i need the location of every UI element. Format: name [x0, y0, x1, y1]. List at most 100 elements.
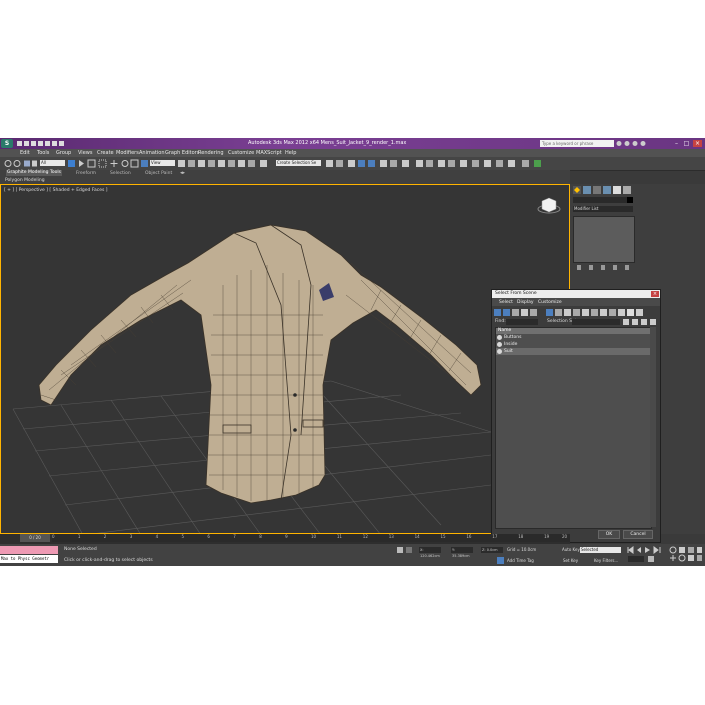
tab-selection[interactable]: Selection [110, 171, 131, 176]
graphite-ribbon: Graphite Modeling Tools Freeform Selecti… [0, 170, 570, 184]
tab-object-paint[interactable]: Object Paint [145, 171, 172, 176]
frame-tick: 8 [259, 534, 262, 539]
search-input[interactable]: Type a keyword or phrase [540, 140, 614, 147]
selection-set-dropdown[interactable] [572, 319, 620, 325]
frame-tick: 15 [440, 534, 446, 539]
object-icon [497, 342, 502, 347]
frame-tick: 7 [233, 534, 236, 539]
scene-object-list[interactable]: Name Buttons Inside Suit [495, 327, 652, 529]
infocenter-icons[interactable] [616, 140, 650, 147]
find-label: Find: [495, 319, 506, 324]
frame-tick: 3 [129, 534, 133, 539]
object-icon [497, 349, 502, 354]
dialog-close-button[interactable]: × [651, 291, 659, 297]
dialog-title-bar[interactable]: Select From Scene [492, 290, 660, 298]
app-logo-icon[interactable]: S [1, 139, 13, 148]
grid-size: Grid = 10.0cm [507, 547, 537, 552]
maxscript-mini-listener[interactable]: Max to Physc Geometr [0, 555, 58, 563]
key-filters-button[interactable]: Key Filters... [594, 558, 618, 563]
viewport-navigation-icons[interactable] [669, 546, 703, 564]
main-toolbar: All View Create Selection Se [0, 157, 705, 171]
perspective-viewport[interactable]: [ + ] [ Perspective ] [ Shaded + Edged F… [0, 184, 570, 534]
viewport-label[interactable]: [ + ] [ Perspective ] [ Shaded + Edged F… [4, 188, 108, 193]
maxscript-listener[interactable] [0, 546, 58, 554]
time-tag-icon[interactable] [497, 557, 505, 564]
maximize-button[interactable]: □ [682, 140, 691, 147]
frame-tick: 6 [207, 534, 210, 539]
frame-tick: 2 [103, 534, 107, 539]
modifier-stack[interactable] [573, 216, 635, 263]
auto-key-button[interactable]: Auto Key [562, 547, 580, 552]
x-coordinate-field[interactable]: X: 120.462cm [419, 547, 441, 558]
status-bar: Max to Physc Geometr None Selected Click… [0, 544, 705, 566]
menu-rendering[interactable]: Rendering [198, 150, 224, 156]
menu-animation[interactable]: Animation [139, 150, 165, 156]
link-unlink-bind-icons[interactable] [4, 159, 38, 168]
cancel-button[interactable]: Cancel [623, 530, 653, 539]
modifier-list-dropdown[interactable]: Modifier List [573, 206, 633, 212]
viewport-scene[interactable] [1, 185, 570, 534]
menu-create[interactable]: Create [97, 150, 114, 156]
menu-help[interactable]: Help [285, 150, 296, 156]
snap-mirror-align-icons[interactable] [178, 159, 274, 168]
object-name-field[interactable] [573, 197, 633, 203]
list-item[interactable]: Inside [496, 341, 651, 348]
render-tools-icons[interactable] [326, 159, 546, 168]
z-coordinate-field[interactable]: Z: 0.0cm [481, 547, 503, 553]
dialog-menu-customize[interactable]: Customize [538, 300, 562, 305]
set-key-button[interactable]: Set Key [563, 558, 578, 563]
menu-group[interactable]: Group [56, 150, 71, 156]
add-time-tag[interactable]: Add Time Tag [507, 558, 534, 563]
frame-tick: 10 [311, 534, 317, 539]
list-scrollbar[interactable] [650, 327, 656, 527]
menu-modifiers[interactable]: Modifiers [116, 150, 139, 156]
lock-selection-icon[interactable] [395, 547, 415, 554]
list-item-selected[interactable]: Suit [496, 348, 651, 355]
find-input[interactable] [506, 319, 538, 325]
viewcube-icon [537, 197, 561, 214]
ribbon-options-icon[interactable]: ◂▸ [180, 170, 185, 176]
key-mode-dropdown[interactable]: Selected [580, 547, 621, 553]
y-coordinate-field[interactable]: Y: 35.389cm [451, 547, 473, 558]
object-icon [497, 335, 502, 340]
stack-tool-icons[interactable] [575, 264, 633, 271]
ok-button[interactable]: OK [598, 530, 620, 539]
quick-access-icons[interactable] [16, 140, 76, 147]
tab-freeform[interactable]: Freeform [76, 171, 96, 176]
object-color-swatch[interactable] [627, 197, 633, 203]
frame-tick: 18 [518, 534, 524, 539]
frame-tick: 16 [466, 534, 472, 539]
frame-tick: 1 [77, 534, 81, 539]
selection-set-tool-icons[interactable] [623, 318, 657, 326]
list-item[interactable]: Buttons [496, 334, 651, 341]
jacket-button [293, 393, 297, 397]
menu-edit[interactable]: Edit [20, 150, 30, 156]
polygon-modeling-panel[interactable]: Polygon Modeling [5, 178, 45, 183]
time-slider[interactable]: 0 / 20 [20, 534, 50, 542]
dialog-filter-toolbar[interactable] [494, 308, 658, 317]
close-button[interactable]: × [693, 140, 702, 147]
window-title: Autodesk 3ds Max 2012 x64 Mens_Suit_Jack… [248, 140, 407, 146]
minimize-button[interactable]: – [672, 140, 681, 147]
dialog-menu-select[interactable]: Select [499, 300, 513, 305]
menu-maxscript[interactable]: MAXScript [256, 150, 282, 156]
frame-tick: 0 [52, 534, 55, 539]
frame-tick: 4 [155, 534, 159, 539]
playback-controls[interactable] [626, 546, 666, 564]
reference-coordinate-dropdown[interactable]: View [150, 160, 175, 166]
named-selection-set-dropdown[interactable]: Create Selection Se [276, 160, 321, 166]
menu-views[interactable]: Views [78, 150, 92, 156]
menu-customize[interactable]: Customize [228, 150, 254, 156]
menu-graph-editors[interactable]: Graph Editors [165, 150, 199, 156]
app-window: S Autodesk 3ds Max 2012 x64 Mens_Suit_Ja… [0, 138, 705, 566]
quick-access-toolbar[interactable] [16, 140, 76, 147]
selection-filter-dropdown[interactable]: All [40, 160, 65, 166]
command-panel-tabs[interactable] [573, 186, 635, 195]
dialog-menu-display[interactable]: Display [517, 300, 534, 305]
menu-tools[interactable]: Tools [37, 150, 49, 156]
select-transform-icons[interactable] [68, 159, 148, 168]
dialog-menu-bar: Select Display Customize [492, 298, 660, 306]
tab-graphite-modeling-tools[interactable]: Graphite Modeling Tools [6, 170, 62, 176]
suit-jacket-model [38, 224, 482, 504]
frame-tick: 14 [414, 534, 420, 539]
